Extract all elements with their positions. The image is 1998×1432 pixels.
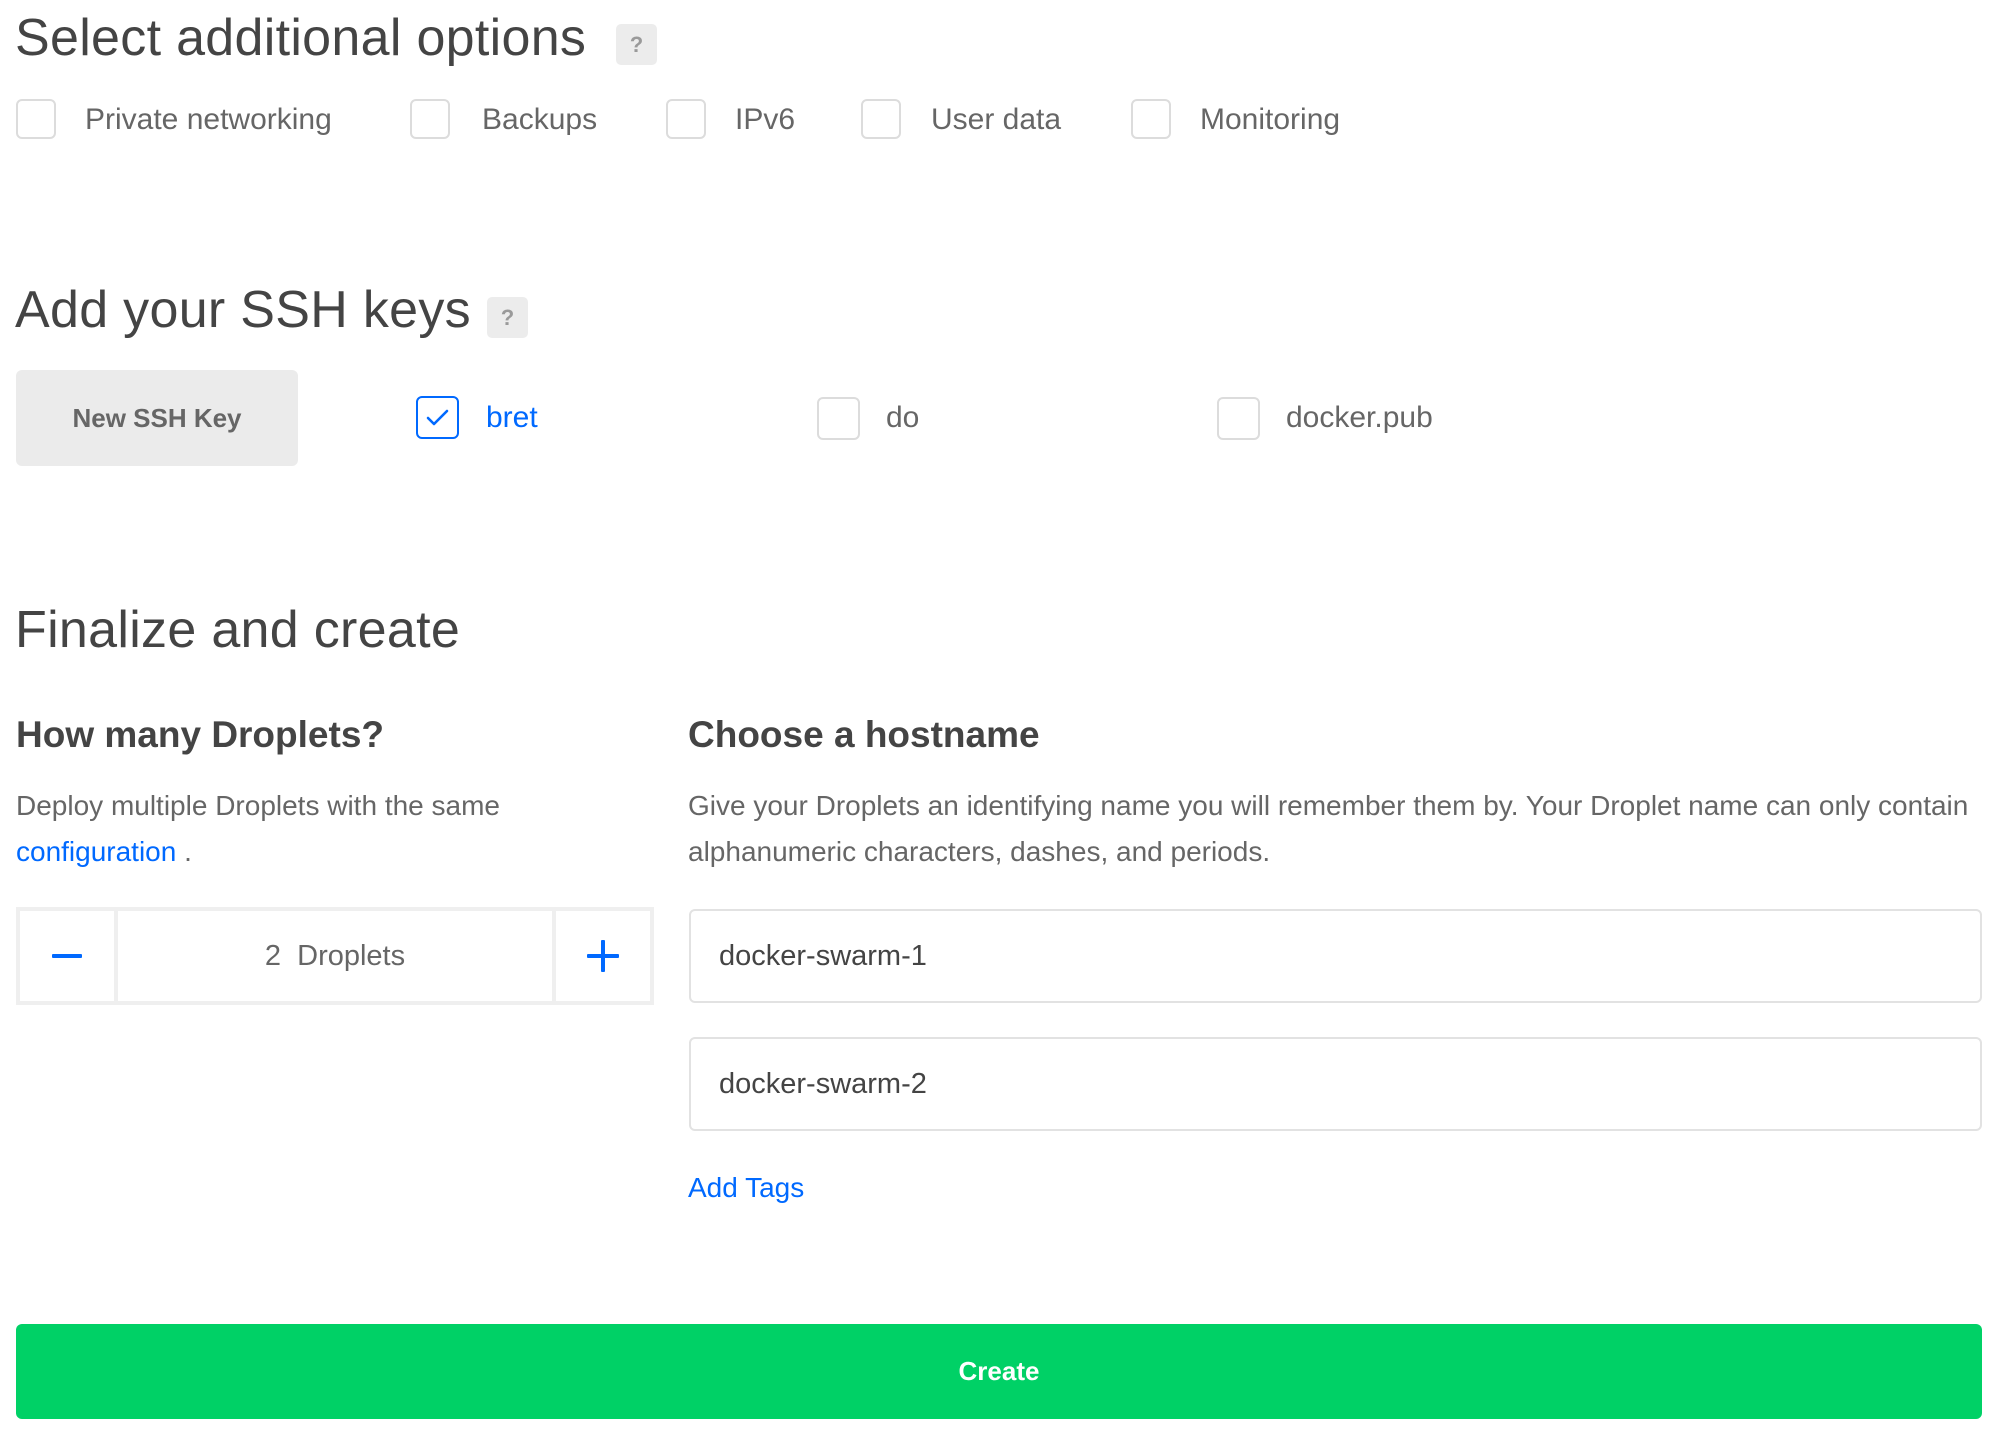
private-networking-label[interactable]: Private networking: [85, 99, 332, 141]
create-button[interactable]: Create: [16, 1324, 1982, 1419]
hostname-input-2[interactable]: docker-swarm-2: [689, 1037, 1982, 1131]
add-tags-link[interactable]: Add Tags: [688, 1165, 804, 1211]
ssh-key-do-checkbox[interactable]: [817, 397, 860, 440]
droplet-count-description-text: Deploy multiple Droplets with the same: [16, 790, 500, 821]
droplet-count-stepper: 2 Droplets: [16, 907, 654, 1005]
additional-options-heading: Select additional options: [15, 9, 587, 67]
minus-icon: [52, 954, 82, 958]
ssh-key-docker-pub-checkbox[interactable]: [1217, 397, 1260, 440]
finalize-heading: Finalize and create: [15, 601, 461, 659]
increment-button[interactable]: [556, 911, 650, 1001]
hostname-input-1[interactable]: docker-swarm-1: [689, 909, 1982, 1003]
ipv6-checkbox[interactable]: [666, 99, 706, 139]
ssh-keys-help-button[interactable]: ?: [487, 297, 528, 338]
ssh-key-docker-pub-label[interactable]: docker.pub: [1286, 397, 1433, 439]
ssh-key-do-label[interactable]: do: [886, 397, 919, 439]
droplet-count-description: Deploy multiple Droplets with the same c…: [16, 783, 636, 875]
hostname-heading: Choose a hostname: [688, 714, 1040, 755]
description-suffix: .: [176, 836, 192, 867]
backups-label[interactable]: Backups: [482, 99, 597, 141]
plus-icon: [587, 940, 619, 972]
new-ssh-key-button[interactable]: New SSH Key: [16, 370, 298, 466]
ssh-key-bret-checkbox[interactable]: [416, 396, 459, 439]
monitoring-checkbox[interactable]: [1131, 99, 1171, 139]
configuration-link[interactable]: configuration: [16, 836, 176, 867]
droplet-count-value[interactable]: 2 Droplets: [114, 911, 556, 1001]
ssh-keys-heading: Add your SSH keys: [15, 281, 471, 339]
user-data-checkbox[interactable]: [861, 99, 901, 139]
ipv6-label[interactable]: IPv6: [735, 99, 795, 141]
checkmark-icon: [426, 409, 449, 426]
droplet-count-number: 2: [264, 939, 281, 972]
user-data-label[interactable]: User data: [931, 99, 1061, 141]
hostname-description: Give your Droplets an identifying name y…: [688, 790, 1969, 867]
private-networking-checkbox[interactable]: [16, 99, 56, 139]
decrement-button[interactable]: [20, 911, 114, 1001]
droplet-count-unit: Droplets: [297, 939, 406, 972]
backups-checkbox[interactable]: [410, 99, 450, 139]
additional-options-help-button[interactable]: ?: [616, 24, 657, 65]
ssh-key-bret-label[interactable]: bret: [486, 397, 538, 439]
droplet-count-heading: How many Droplets?: [16, 714, 384, 755]
monitoring-label[interactable]: Monitoring: [1200, 99, 1340, 141]
